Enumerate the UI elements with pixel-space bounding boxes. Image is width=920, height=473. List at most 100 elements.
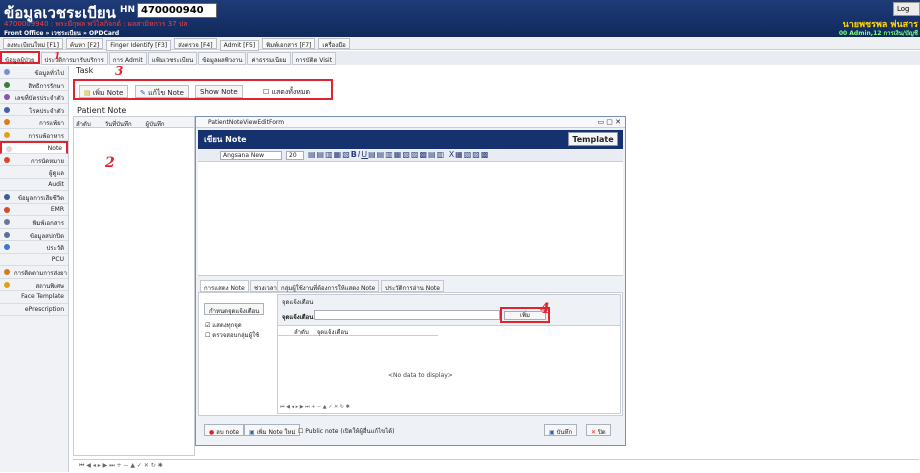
- format-buttons[interactable]: ▤▤▥▦▧BIU▤▤▥▦▧▨▩▤▥ X▦▧▨▩: [308, 150, 489, 159]
- format-toolbar: Angsana New 20 ▤▤▥▦▧BIU▤▤▥▦▧▨▩▤▥ X▦▧▨▩: [198, 150, 623, 162]
- sidebar-item-label: Note: [47, 145, 62, 152]
- sidebar-item-label: ประวัติ: [46, 245, 64, 252]
- save-button[interactable]: ▣ บันทึก: [544, 424, 578, 436]
- tools-button[interactable]: เครื่องมือ: [318, 38, 350, 49]
- sidebar-item-9[interactable]: Audit: [0, 179, 68, 191]
- sidebar-item-7[interactable]: การนัดหมาย: [0, 154, 68, 166]
- record-tabs: ข้อมูลผู้ป่วย ประวัติการมารับบริการ การ Ad…: [0, 51, 920, 65]
- close-button[interactable]: ✕ ปิด: [586, 424, 611, 436]
- sidebar-item-icon: [4, 119, 10, 125]
- sidebar-item-0[interactable]: ข้อมูลทั่วไป: [0, 66, 68, 79]
- show-note-button[interactable]: Show Note: [195, 85, 243, 98]
- sidebar-item-18[interactable]: Face Template: [0, 291, 68, 304]
- annotation-3: 3: [115, 64, 124, 78]
- show-all-checkbox[interactable]: ☐ แสดงทั้งหมด: [263, 87, 310, 98]
- note-dialog: PatientNoteViewEditForm ▭ ▢ ✕ เขียน Note…: [195, 116, 626, 446]
- finger-identify-button[interactable]: Finger Identify [F3]: [106, 40, 172, 51]
- font-size-select[interactable]: 20: [286, 151, 304, 160]
- set-alert-button[interactable]: กำหนดจุดแจ้งเตือน: [204, 303, 265, 315]
- new-note-button[interactable]: ▣ เพิ่ม Note ใหม่: [244, 424, 301, 436]
- sidebar-item-6[interactable]: Note: [0, 141, 68, 154]
- sidebar-item-12[interactable]: พิมพ์เอกสาร: [0, 216, 68, 229]
- sidebar-item-label: สิทธิการรักษา: [28, 82, 64, 90]
- tab-patient-info[interactable]: ข้อมูลผู้ป่วย: [0, 51, 40, 64]
- tab-fees[interactable]: ค่าธรรมเนียม: [247, 52, 291, 65]
- sidebar-item-3[interactable]: โรคประจำตัว: [0, 104, 68, 116]
- search-button[interactable]: ค้นหา [F2]: [65, 38, 104, 49]
- alert-point-group: จุดแจ้งเตือน จุดแจ้งเตือน เพิ่ม ลำดับ จุด…: [277, 294, 621, 414]
- sidebar-item-icon: [4, 106, 10, 113]
- font-select[interactable]: Angsana New: [220, 151, 282, 160]
- verify-group-checkbox[interactable]: ☐ ตรวจสอบกลุ่มผู้ใช้: [205, 330, 259, 340]
- public-note-checkbox[interactable]: ☐ Public note (เปิดให้ผู้อื่นแก้ไขได้): [298, 426, 394, 436]
- alert-grid[interactable]: ลำดับ จุดแจ้งเตือน <No data to display> ⏮…: [278, 325, 620, 413]
- sidebar-item-17[interactable]: สถานพิเศษ: [0, 279, 68, 291]
- dialog-titlebar: PatientNoteViewEditForm ▭ ▢ ✕: [196, 117, 625, 128]
- sidebar-item-1[interactable]: สิทธิการรักษา: [0, 79, 68, 91]
- sidebar-item-label: การนัดหมาย: [30, 157, 64, 165]
- template-button[interactable]: Template: [568, 132, 618, 146]
- register-button[interactable]: ลงทะเบียนใหม่ [F1]: [3, 38, 63, 49]
- sidebar-item-10[interactable]: ข้อมูลการเสียชีวิต: [0, 191, 68, 204]
- sidebar-item-label: การติดตามการส่งยา: [14, 270, 67, 277]
- sidebar-item-icon: [4, 181, 10, 188]
- patient-note-grid[interactable]: ลำดับ วันที่บันทึก ผู้บันทึก: [73, 116, 195, 456]
- sidebar-item-icon: [4, 169, 10, 175]
- tab-service-history[interactable]: ประวัติการมารับบริการ: [40, 52, 108, 65]
- sidebar-item-label: ข้อมูลทั่วไป: [34, 70, 65, 77]
- sidebar-item-14[interactable]: ประวัติ: [0, 241, 68, 254]
- sidebar-item-label: EMR: [50, 205, 64, 213]
- sidebar-item-label: ePrescription: [24, 305, 64, 313]
- sidebar-item-icon: [4, 131, 10, 138]
- tab-medical-record[interactable]: แฟ้มเวชระเบียน: [147, 52, 198, 65]
- tab-read-history[interactable]: ประวัติการอ่าน Note: [381, 280, 444, 292]
- admit-button[interactable]: Admit [F5]: [219, 40, 260, 51]
- note-editor[interactable]: [198, 162, 623, 276]
- add-note-button[interactable]: ▤ เพิ่ม Note: [79, 85, 129, 98]
- sidebar-item-icon: [4, 94, 10, 100]
- hn-input[interactable]: 470000940: [137, 3, 217, 18]
- sidebar-item-icon: [4, 156, 10, 163]
- window-controls[interactable]: ▭ ▢ ✕: [597, 118, 621, 126]
- sidebar-item-4[interactable]: การแพ้ยา: [0, 116, 68, 129]
- tab-user-group[interactable]: กลุ่มผู้ใช้งานที่ต้องการให้แสดง Note: [277, 280, 380, 292]
- alert-grid-navigator[interactable]: ⏮ ◀ ◂ ▸ ▶ ⏭ + − ▲ ✓ ✕ ↻ ✱: [280, 404, 350, 410]
- sidebar-item-label: ผู้ดูแล: [49, 170, 64, 177]
- sidebar-item-16[interactable]: การติดตามการส่งยา: [0, 266, 68, 279]
- sidebar-item-13[interactable]: ข้อมูลสปกปิด: [0, 229, 68, 241]
- no-data-message: <No data to display>: [388, 372, 453, 379]
- sidebar-item-19[interactable]: ePrescription: [0, 304, 68, 316]
- dialog-tabs: การแสดง Note ช่วงเวลา กลุ่มผู้ใช้งานที่ต…: [198, 280, 623, 292]
- sidebar-item-2[interactable]: เลขที่บัตรประจำตัว: [0, 91, 68, 104]
- sidebar-item-icon: [4, 256, 10, 263]
- annotation-2: 2: [105, 155, 115, 171]
- sidebar-item-label: พิมพ์เอกสาร: [32, 220, 64, 227]
- edit-note-button[interactable]: ✎ แก้ไข Note: [135, 85, 189, 98]
- dialog-head: เขียน Note Template: [198, 130, 623, 149]
- log-button[interactable]: Log: [893, 2, 920, 16]
- sidebar-item-icon: [4, 244, 10, 250]
- tab-work-results[interactable]: ข้อมูลผลพิวงาน: [198, 52, 247, 65]
- sidebar-item-icon: [4, 231, 10, 238]
- patient-note-label: Patient Note: [77, 106, 127, 115]
- show-all-points-checkbox[interactable]: ☑ แสดงทุกจุด: [205, 320, 242, 330]
- delete-note-button[interactable]: ● ลบ note: [204, 424, 245, 436]
- sidebar-item-label: การแพ้ยา: [39, 120, 64, 127]
- grid-navigator[interactable]: ⏮ ◀ ◂ ▸ ▶ ⏭ + − ▲ ✓ ✕ ↻ ✱: [73, 459, 919, 472]
- sidebar-item-5[interactable]: การแพ้อาหาร: [0, 129, 68, 141]
- annotation-1: 1: [54, 52, 61, 62]
- tab-show-note[interactable]: การแสดง Note: [200, 280, 249, 292]
- alert-point-input[interactable]: [314, 310, 500, 320]
- print-button[interactable]: พิมพ์เอกสาร [F7]: [262, 38, 316, 49]
- sidebar-item-15[interactable]: PCU: [0, 254, 68, 266]
- sidebar-item-label: การแพ้อาหาร: [28, 132, 64, 140]
- close-icon: ✕: [591, 429, 598, 436]
- tab-visit[interactable]: การบัติต Visit: [291, 52, 337, 65]
- sidebar-item-label: Face Template: [21, 293, 64, 300]
- sidebar-item-11[interactable]: EMR: [0, 204, 68, 216]
- sidebar-item-icon: [4, 281, 10, 288]
- note-add-icon: ▤: [84, 89, 93, 97]
- send-exam-button[interactable]: ส่งตรวจ [F4]: [174, 38, 217, 49]
- task-toolbar: ▤ เพิ่ม Note ✎ แก้ไข Note Show Note ☐ แส…: [73, 79, 333, 100]
- sidebar-item-8[interactable]: ผู้ดูแล: [0, 166, 68, 179]
